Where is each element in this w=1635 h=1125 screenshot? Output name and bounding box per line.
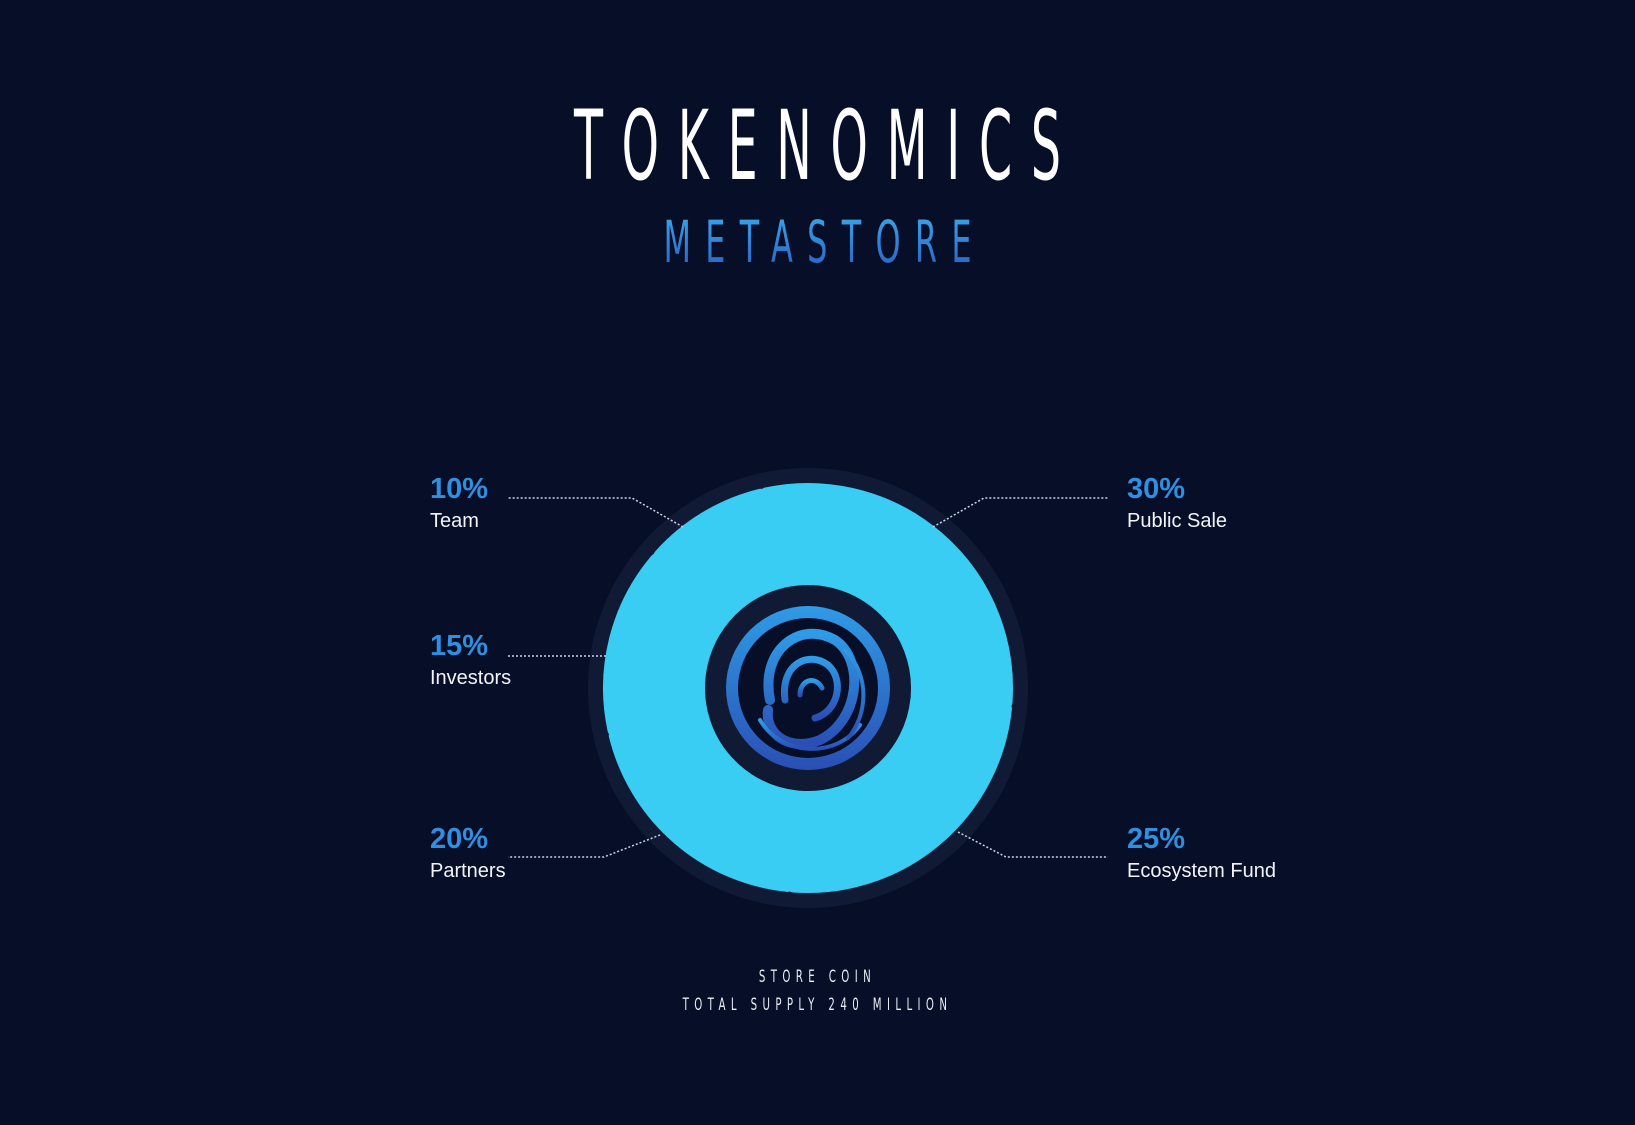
legend-label: Investors	[430, 667, 512, 689]
legend-percent: 30%	[1127, 473, 1186, 505]
legend-label: Public Sale	[1127, 510, 1228, 532]
legend-label: Partners	[430, 860, 506, 882]
legend-percent: 20%	[430, 823, 489, 855]
legend-percent: 15%	[430, 630, 489, 662]
leader-line-public-sale	[932, 497, 1108, 528]
legend-label: Ecosystem Fund	[1127, 860, 1276, 882]
legend-item-partners: 20% Partners	[430, 822, 650, 884]
legend-item-public-sale: 30% Public Sale	[1127, 472, 1347, 534]
footer-total-supply: TOTAL SUPPLY 240 MILLION	[682, 995, 953, 1015]
leader-line-ecosystem-fund	[957, 831, 1108, 858]
legend-item-team: 10% Team	[430, 472, 650, 534]
legend-item-ecosystem-fund: 25% Ecosystem Fund	[1127, 822, 1347, 884]
legend-percent: 25%	[1127, 823, 1186, 855]
legend-item-investors: 15% Investors	[430, 629, 650, 691]
footer-coin-name: STORE COIN	[758, 967, 877, 987]
legend-label: Team	[430, 510, 479, 532]
legend-percent: 10%	[430, 473, 489, 505]
donut-chart	[508, 468, 1108, 908]
swirl-coin-icon	[726, 606, 890, 770]
